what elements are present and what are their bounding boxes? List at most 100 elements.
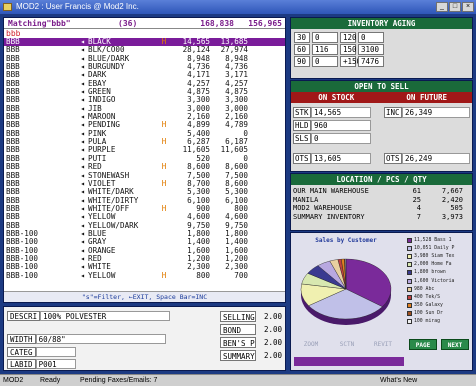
chart-nav-buttons: ZOOM SCTN REVIT PAGE NEXT <box>291 337 474 353</box>
product-list-panel: Matching"bbb" (36) 168,838 156,965 bbb B… <box>3 17 286 303</box>
status-whats-new[interactable]: What's New <box>380 375 417 386</box>
legend-item: 980 Abc <box>407 285 471 293</box>
descr-label: DESCRI <box>7 311 41 321</box>
price-value[interactable]: 2.00 <box>256 337 284 348</box>
legend-item: 400 Tek/S <box>407 293 471 301</box>
price-value[interactable]: 2.00 <box>256 350 284 361</box>
chart-title: Sales by Customer <box>315 237 377 244</box>
labid-label: LABID <box>7 359 36 369</box>
window-title-bar: MOD2 : User Francis @ Mod2 Inc. _ □ × <box>0 0 476 14</box>
status-state: Ready <box>40 377 61 384</box>
row-qty-available: 700 <box>234 270 248 280</box>
row-hold-flag <box>158 222 170 230</box>
list-header: Matching"bbb" (36) 168,838 156,965 <box>4 18 285 29</box>
legend-item: 2,000 Home Fa <box>407 261 471 269</box>
labid-value[interactable]: P001 <box>35 359 76 369</box>
price-value[interactable]: 2.00 <box>256 311 284 322</box>
categ-value[interactable] <box>35 347 76 357</box>
location-row[interactable]: MOD2 WAREHOUSE 4 505 <box>291 204 472 213</box>
location-name: MOD2 WAREHOUSE <box>293 204 353 212</box>
chart-next-button[interactable]: NEXT <box>441 339 469 350</box>
aging-grid: 30 0 120 0 60 116 150 3100 90 0 +150 7476 <box>294 32 384 67</box>
legend-label: 980 Abc <box>414 286 435 292</box>
aging-cell: 60 <box>294 44 310 55</box>
legend-swatch <box>407 286 412 292</box>
descr-value[interactable]: 100% POLVESTER <box>40 311 171 321</box>
price-row: BOND 2.00 <box>220 324 284 335</box>
row-hold-flag <box>158 188 170 196</box>
price-label: SUMMARY <box>220 350 256 361</box>
row-hold-flag <box>158 63 170 71</box>
legend-swatch <box>407 294 412 300</box>
legend-label: 400 Tek/S <box>414 294 440 300</box>
legend-swatch <box>407 303 412 309</box>
status-pending[interactable]: Pending Faxes/Emails: 7 <box>80 375 157 386</box>
row-hold-flag: H <box>161 137 167 147</box>
app-icon <box>3 3 12 11</box>
minimize-button[interactable]: _ <box>436 2 448 12</box>
legend-label: 1,800 brown <box>414 270 446 276</box>
location-pcs: 61 <box>412 187 421 195</box>
legend-label: 100 Sun Dr <box>414 311 443 317</box>
row-code: BBB-100 <box>6 270 39 280</box>
maximize-button[interactable]: □ <box>449 2 461 12</box>
sls-value: 0 <box>311 133 371 144</box>
labid-field: LABID P001 <box>7 359 76 369</box>
location-panel: LOCATION / PCS / QTY OUR MAIN WAREHOUSE 6… <box>290 173 473 231</box>
close-button[interactable]: × <box>462 2 474 12</box>
location-pcs: 25 <box>412 195 421 204</box>
list-total-available: 156,965 <box>248 19 282 28</box>
legend-item: 350 Galaxy <box>407 302 471 310</box>
item-details-panel: DESCRI 100% POLVESTER WIDTH 60/88" CATEG L… <box>3 306 286 371</box>
row-hold-flag: H <box>161 120 167 130</box>
legend-swatch <box>407 245 412 251</box>
location-name: SUMMARY INVENTORY <box>293 212 365 221</box>
on-future-heading: ON FUTURE <box>381 92 472 103</box>
open-to-sell-panel: OPEN TO SELL ON STOCK ON FUTURE STK 14,56… <box>290 80 473 172</box>
legend-swatch <box>407 262 412 268</box>
product-rows: BBB ◂ BLACK H 14,565 13,685 BBB ◂ BLK/CO00 28,124… <box>4 37 285 280</box>
table-row[interactable]: BBB-100 ◂ YELLOW H 800 700 <box>4 270 285 280</box>
aging-cell: 0 <box>312 32 338 43</box>
chart-zoom-button[interactable]: ZOOM <box>297 339 325 350</box>
legend-label: 10,051 Daily P <box>414 245 455 251</box>
width-value[interactable]: 60/88" <box>35 334 166 344</box>
price-row: BEN'S P 2.00 <box>220 337 284 348</box>
aging-cell: 150 <box>340 44 357 55</box>
price-row: SELLING 2.00 <box>220 311 284 322</box>
aging-cell: 30 <box>294 32 310 43</box>
row-hold-flag <box>158 55 170 63</box>
location-qty: 7,667 <box>441 187 463 195</box>
stk-value: 14,565 <box>311 107 371 118</box>
location-row[interactable]: SUMMARY INVENTORY 7 3,973 <box>291 213 472 222</box>
legend-label: 3,980 Siam Tex <box>414 253 455 259</box>
row-hold-flag: H <box>161 37 167 46</box>
stk-row: STK 14,565 <box>293 107 371 118</box>
location-row[interactable]: MANILA 25 2,420 <box>291 196 472 205</box>
row-marker-icon: ◂ <box>80 270 85 280</box>
list-query: Matching"bbb" <box>8 19 71 28</box>
list-total-onhand: 168,838 <box>200 19 234 28</box>
width-label: WIDTH <box>7 334 36 344</box>
inc-label: INC <box>384 107 402 118</box>
on-stock-heading: ON STOCK <box>291 92 382 103</box>
chart-scroll-bar[interactable] <box>294 357 404 366</box>
legend-label: 1,600 Victoria <box>414 278 455 284</box>
row-hold-flag <box>158 105 170 113</box>
legend-swatch <box>407 270 412 276</box>
legend-item: 100 mirag <box>407 318 471 326</box>
price-value[interactable]: 2.00 <box>256 324 284 335</box>
sls-label: SLS <box>293 133 311 144</box>
row-hold-flag: H <box>161 270 167 280</box>
row-hold-flag <box>158 255 170 263</box>
chart-sctn-button[interactable]: SCTN <box>333 339 361 350</box>
location-pcs: 4 <box>416 204 421 212</box>
location-title: LOCATION / PCS / QTY <box>291 174 472 185</box>
price-label: BOND <box>220 324 256 335</box>
chart-page-button[interactable]: PAGE <box>409 339 437 350</box>
sales-by-customer-panel: Sales by Customer 11,528 Bass 1 10,051 Da… <box>290 232 473 371</box>
location-row[interactable]: OUR MAIN WAREHOUSE 61 7,667 <box>291 187 472 196</box>
aging-title: INVENTORY AGING <box>291 18 472 29</box>
chart-revit-button[interactable]: REVIT <box>369 339 397 350</box>
legend-item: 3,980 Siam Tex <box>407 252 471 260</box>
